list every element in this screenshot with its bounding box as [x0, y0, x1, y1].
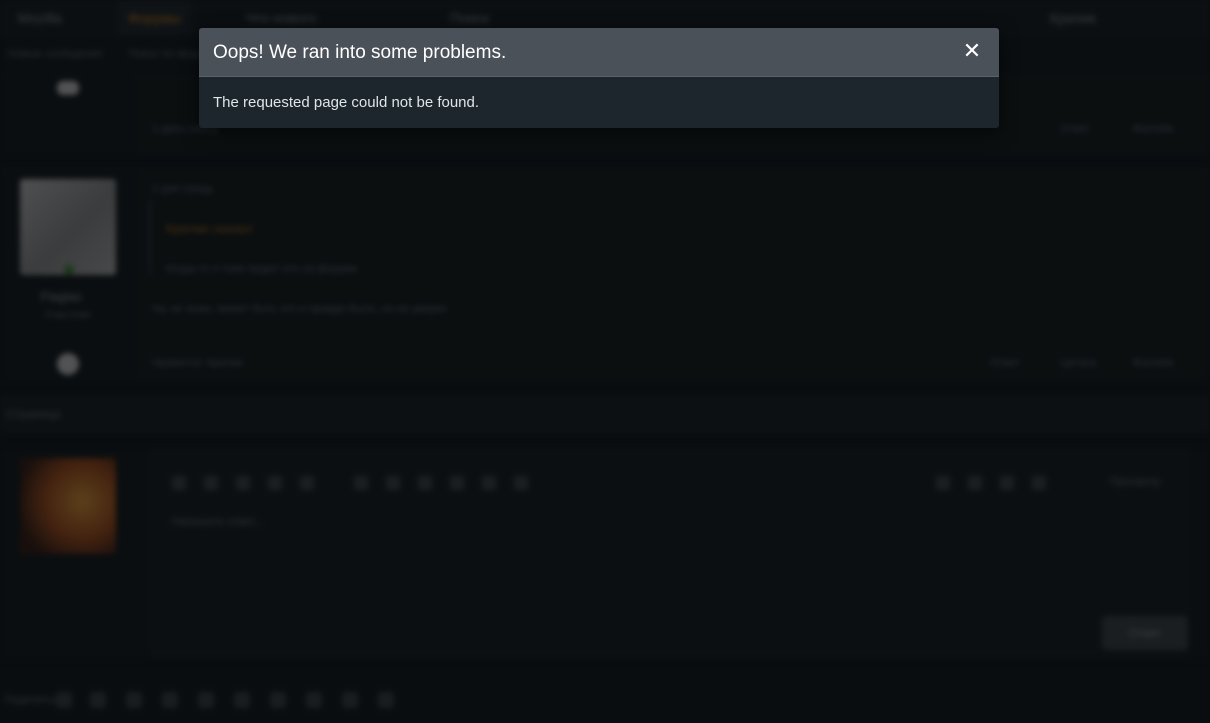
error-message: The requested page could not be found.: [213, 94, 480, 111]
close-icon: ✕: [962, 39, 982, 64]
error-dialog: Oops! We ran into some problems. ✕ The r…: [199, 28, 999, 128]
dialog-title: Oops! We ran into some problems.: [213, 42, 507, 63]
close-button[interactable]: ✕: [959, 39, 985, 65]
dialog-header: Oops! We ran into some problems. ✕: [199, 28, 999, 77]
